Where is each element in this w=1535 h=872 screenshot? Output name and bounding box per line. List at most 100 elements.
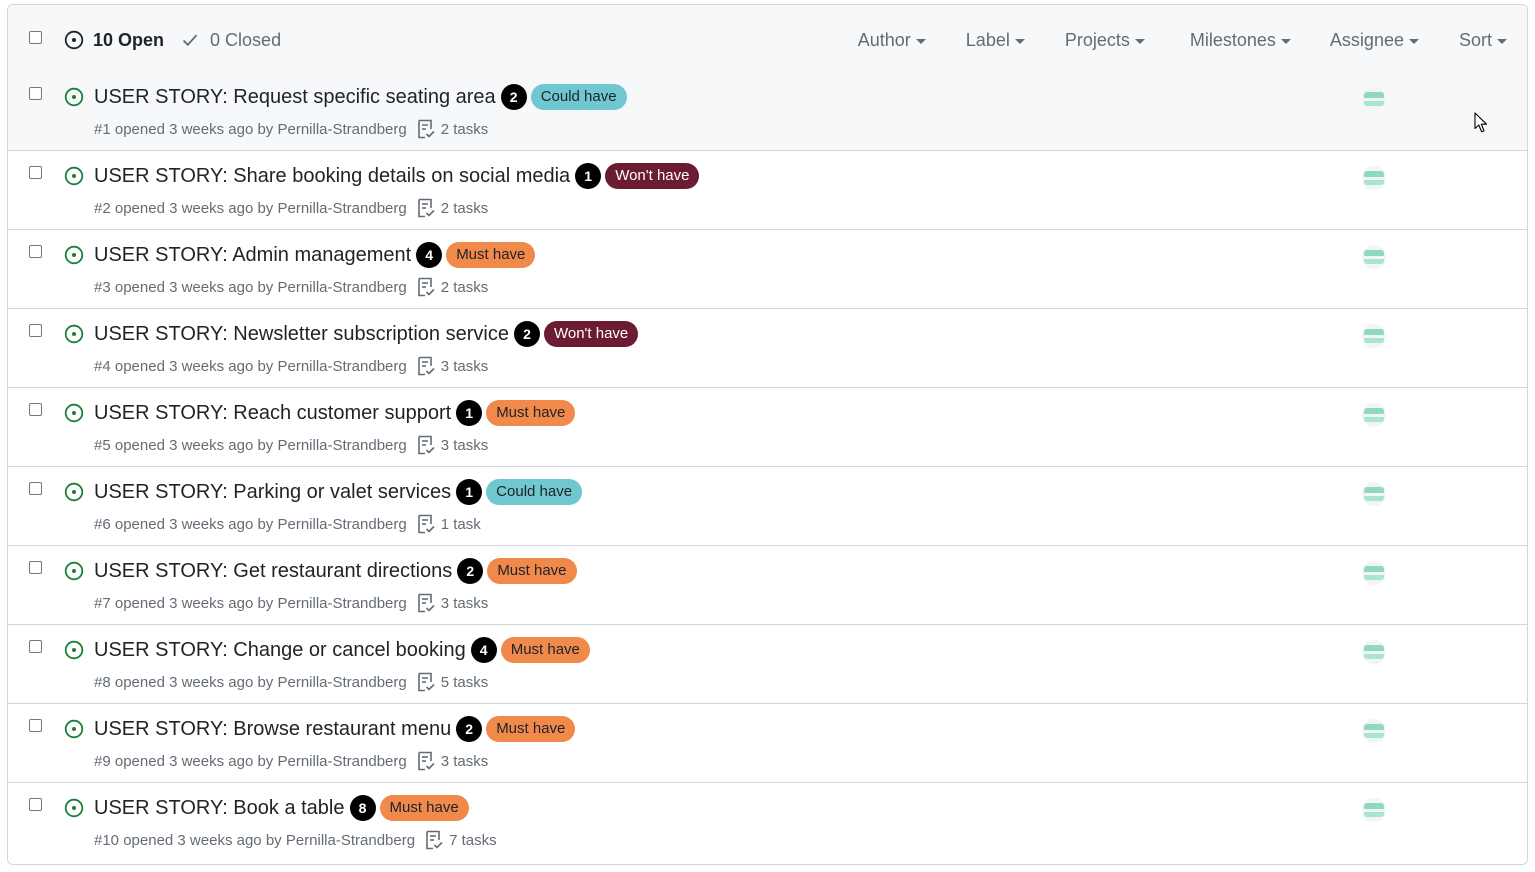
issue-author-link[interactable]: Pernilla-Strandberg: [277, 516, 406, 533]
issue-author-link[interactable]: Pernilla-Strandberg: [277, 200, 406, 217]
issue-title-link[interactable]: USER STORY: Reach customer support: [94, 402, 451, 425]
assignee-avatar[interactable]: [1362, 324, 1386, 348]
closed-issues-tab[interactable]: 0 Closed: [182, 30, 281, 51]
issue-author-link[interactable]: Pernilla-Strandberg: [277, 358, 406, 375]
issue-title-line: USER STORY: Change or cancel booking 4 M…: [94, 637, 590, 663]
issue-author-link[interactable]: Pernilla-Strandberg: [286, 832, 415, 849]
issue-label[interactable]: Must have: [486, 400, 576, 426]
issue-tasks[interactable]: 2 tasks: [417, 198, 488, 218]
checklist-icon: [417, 593, 435, 613]
issue-tasks-label: 2 tasks: [440, 120, 489, 138]
issue-tasks[interactable]: 3 tasks: [417, 435, 488, 455]
filter-projects[interactable]: Projects: [1065, 30, 1145, 51]
issue-tasks[interactable]: 2 tasks: [417, 277, 488, 297]
issue-tasks[interactable]: 2 tasks: [417, 119, 489, 139]
issue-tasks[interactable]: 5 tasks: [417, 672, 488, 692]
assignee-avatar[interactable]: [1362, 403, 1386, 427]
issue-tasks[interactable]: 1 task: [417, 514, 481, 534]
issue-checkbox[interactable]: [29, 798, 42, 811]
issue-title-link[interactable]: USER STORY: Change or cancel booking: [94, 639, 466, 662]
issue-title-link[interactable]: USER STORY: Newsletter subscription serv…: [94, 323, 509, 346]
assignee-avatar[interactable]: [1362, 166, 1386, 190]
issue-label[interactable]: Won't have: [543, 321, 639, 347]
filter-label[interactable]: Label: [966, 30, 1025, 51]
filter-milestones[interactable]: Milestones: [1190, 30, 1291, 51]
issue-tasks[interactable]: 3 tasks: [417, 356, 488, 376]
issue-row[interactable]: USER STORY: Browse restaurant menu 2 Mus…: [8, 704, 1527, 783]
issue-checkbox[interactable]: [29, 166, 42, 179]
issue-open-icon: [64, 640, 84, 660]
filter-author[interactable]: Author: [858, 30, 926, 51]
issue-title-link[interactable]: USER STORY: Request specific seating are…: [94, 86, 496, 109]
sort-dropdown[interactable]: Sort: [1459, 30, 1507, 51]
issue-comment-count-badge: 4: [470, 637, 497, 663]
sort-label: Sort: [1458, 29, 1492, 50]
assignee-avatar[interactable]: [1362, 561, 1386, 585]
assignee-avatar[interactable]: [1362, 482, 1386, 506]
issue-checkbox[interactable]: [29, 640, 42, 653]
issue-row[interactable]: USER STORY: Share booking details on soc…: [8, 151, 1527, 230]
avatar-band-top: [1364, 566, 1384, 572]
issue-tasks[interactable]: 3 tasks: [417, 593, 488, 613]
assignee-avatar[interactable]: [1362, 87, 1386, 111]
issue-row[interactable]: USER STORY: Request specific seating are…: [8, 72, 1527, 151]
issue-author-link[interactable]: Pernilla-Strandberg: [277, 279, 406, 296]
filter-assignee[interactable]: Assignee: [1330, 30, 1419, 51]
assignee-avatar[interactable]: [1362, 719, 1386, 743]
issue-title-link[interactable]: USER STORY: Parking or valet services: [94, 481, 451, 504]
issue-author-link[interactable]: Pernilla-Strandberg: [277, 674, 406, 691]
select-all-checkbox[interactable]: [29, 31, 42, 44]
issue-checkbox[interactable]: [29, 482, 42, 495]
issue-label[interactable]: Could have: [530, 84, 627, 110]
assignee-avatar[interactable]: [1362, 640, 1386, 664]
filter-milestones-label: Milestones: [1189, 29, 1276, 50]
issue-row[interactable]: USER STORY: Parking or valet services 1 …: [8, 467, 1527, 546]
issue-checkbox[interactable]: [29, 324, 42, 337]
issue-title-link[interactable]: USER STORY: Get restaurant directions: [94, 560, 452, 583]
issue-title-link[interactable]: USER STORY: Browse restaurant menu: [94, 718, 451, 741]
issue-author-link[interactable]: Pernilla-Strandberg: [277, 595, 406, 612]
issue-title-link[interactable]: USER STORY: Share booking details on soc…: [94, 165, 570, 188]
issue-checkbox[interactable]: [29, 403, 42, 416]
issue-label[interactable]: Could have: [486, 479, 583, 505]
issue-meta: #8 opened 3 weeks ago by Pernilla-Strand…: [94, 672, 488, 692]
issue-tasks[interactable]: 7 tasks: [425, 830, 497, 850]
assignee-avatar[interactable]: [1362, 798, 1386, 822]
issue-checkbox[interactable]: [29, 87, 42, 100]
open-issues-tab[interactable]: 10 Open: [64, 30, 164, 51]
issue-label[interactable]: Must have: [486, 716, 576, 742]
issue-title-link[interactable]: USER STORY: Admin management: [94, 244, 411, 267]
assignee-avatar[interactable]: [1362, 245, 1386, 269]
issue-row[interactable]: USER STORY: Get restaurant directions 2 …: [8, 546, 1527, 625]
issue-label[interactable]: Must have: [487, 558, 577, 584]
issue-label[interactable]: Must have: [500, 637, 590, 663]
issue-row[interactable]: USER STORY: Change or cancel booking 4 M…: [8, 625, 1527, 704]
issue-title-line: USER STORY: Admin management 4 Must have: [94, 242, 536, 268]
avatar-band-top: [1364, 487, 1384, 493]
issue-row[interactable]: USER STORY: Newsletter subscription serv…: [8, 309, 1527, 388]
issue-comment-count-badge: 8: [349, 795, 376, 821]
issue-checkbox[interactable]: [29, 245, 42, 258]
mouse-cursor-icon: [1474, 112, 1488, 133]
issue-label[interactable]: Must have: [446, 242, 536, 268]
issue-checkbox[interactable]: [29, 561, 42, 574]
filter-assignee-label: Assignee: [1329, 29, 1404, 50]
issue-row[interactable]: USER STORY: Admin management 4 Must have…: [8, 230, 1527, 309]
issue-checkbox[interactable]: [29, 719, 42, 732]
issue-title-line: USER STORY: Parking or valet services 1 …: [94, 479, 583, 505]
issue-label[interactable]: Must have: [379, 795, 469, 821]
issue-label[interactable]: Won't have: [605, 163, 700, 189]
issue-author-link[interactable]: Pernilla-Strandberg: [277, 437, 406, 454]
issue-title-link[interactable]: USER STORY: Book a table: [94, 797, 345, 820]
filter-bar: Author Label Projects Milestones Assigne…: [858, 29, 1527, 51]
issue-author-link[interactable]: Pernilla-Strandberg: [277, 753, 406, 770]
issue-open-icon: [64, 719, 84, 739]
avatar-band-bottom: [1364, 812, 1384, 817]
issue-row[interactable]: USER STORY: Book a table 8 Must have #10…: [8, 783, 1527, 862]
issue-author-link[interactable]: Pernilla-Strandberg: [277, 121, 406, 138]
issue-title-line: USER STORY: Browse restaurant menu 2 Mus…: [94, 716, 576, 742]
issue-tasks[interactable]: 3 tasks: [417, 751, 488, 771]
issue-meta: #7 opened 3 weeks ago by Pernilla-Strand…: [94, 593, 488, 613]
issue-row[interactable]: USER STORY: Reach customer support 1 Mus…: [8, 388, 1527, 467]
issue-opened-text: opened 3 weeks ago by: [114, 199, 274, 217]
